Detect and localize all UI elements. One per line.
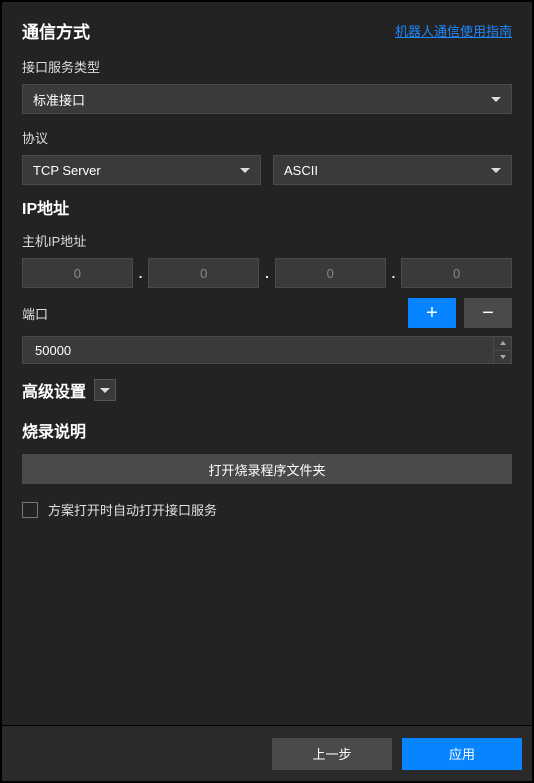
advanced-expand-button[interactable] (94, 379, 116, 401)
chevron-up-icon (500, 341, 506, 345)
host-ip-label: 主机IP地址 (22, 231, 512, 250)
port-step-up[interactable] (494, 337, 511, 351)
panel-content: 通信方式 机器人通信使用指南 接口服务类型 标准接口 协议 TCP Server… (2, 2, 532, 725)
port-input[interactable]: 50000 (22, 336, 494, 364)
advanced-title: 高级设置 (22, 378, 86, 402)
open-burn-folder-button[interactable]: 打开烧录程序文件夹 (22, 454, 512, 484)
chevron-down-icon (240, 168, 250, 173)
ip-address-title: IP地址 (22, 195, 512, 219)
ip-octet-2[interactable]: 0 (148, 258, 259, 288)
interface-type-label: 接口服务类型 (22, 57, 512, 76)
encoding-select[interactable]: ASCII (273, 155, 512, 185)
communication-title: 通信方式 (22, 18, 90, 43)
apply-button[interactable]: 应用 (402, 738, 522, 770)
add-port-button[interactable]: + (408, 298, 456, 328)
interface-type-select[interactable]: 标准接口 (22, 84, 512, 114)
port-label: 端口 (22, 304, 400, 323)
chevron-down-icon (100, 388, 110, 393)
protocol-row: TCP Server ASCII (22, 155, 512, 185)
transport-value: TCP Server (33, 163, 101, 178)
ip-input-row: 0 . 0 . 0 . 0 (22, 258, 512, 288)
protocol-label: 协议 (22, 128, 512, 147)
robot-guide-link[interactable]: 机器人通信使用指南 (395, 21, 512, 40)
chevron-down-icon (491, 97, 501, 102)
plus-icon: + (426, 302, 438, 325)
transport-select[interactable]: TCP Server (22, 155, 261, 185)
chevron-down-icon (500, 355, 506, 359)
ip-octet-4[interactable]: 0 (401, 258, 512, 288)
ip-octet-1[interactable]: 0 (22, 258, 133, 288)
footer: 上一步 应用 (2, 725, 532, 781)
ip-dot: . (139, 266, 143, 281)
encoding-value: ASCII (284, 163, 318, 178)
minus-icon: − (482, 302, 494, 325)
header-row: 通信方式 机器人通信使用指南 (22, 18, 512, 43)
port-input-row: 50000 (22, 336, 512, 364)
remove-port-button[interactable]: − (464, 298, 512, 328)
advanced-row: 高级设置 (22, 378, 512, 402)
ip-dot: . (265, 266, 269, 281)
auto-open-label: 方案打开时自动打开接口服务 (48, 500, 217, 519)
ip-octet-3[interactable]: 0 (275, 258, 386, 288)
port-row: 端口 + − (22, 298, 512, 328)
auto-open-checkbox[interactable] (22, 502, 38, 518)
chevron-down-icon (491, 168, 501, 173)
prev-button[interactable]: 上一步 (272, 738, 392, 770)
port-step-down[interactable] (494, 351, 511, 364)
auto-open-row[interactable]: 方案打开时自动打开接口服务 (22, 500, 512, 519)
ip-dot: . (392, 266, 396, 281)
burn-title: 烧录说明 (22, 418, 512, 442)
config-panel: 通信方式 机器人通信使用指南 接口服务类型 标准接口 协议 TCP Server… (0, 0, 534, 783)
port-spinner (494, 336, 512, 364)
interface-type-value: 标准接口 (33, 90, 85, 109)
